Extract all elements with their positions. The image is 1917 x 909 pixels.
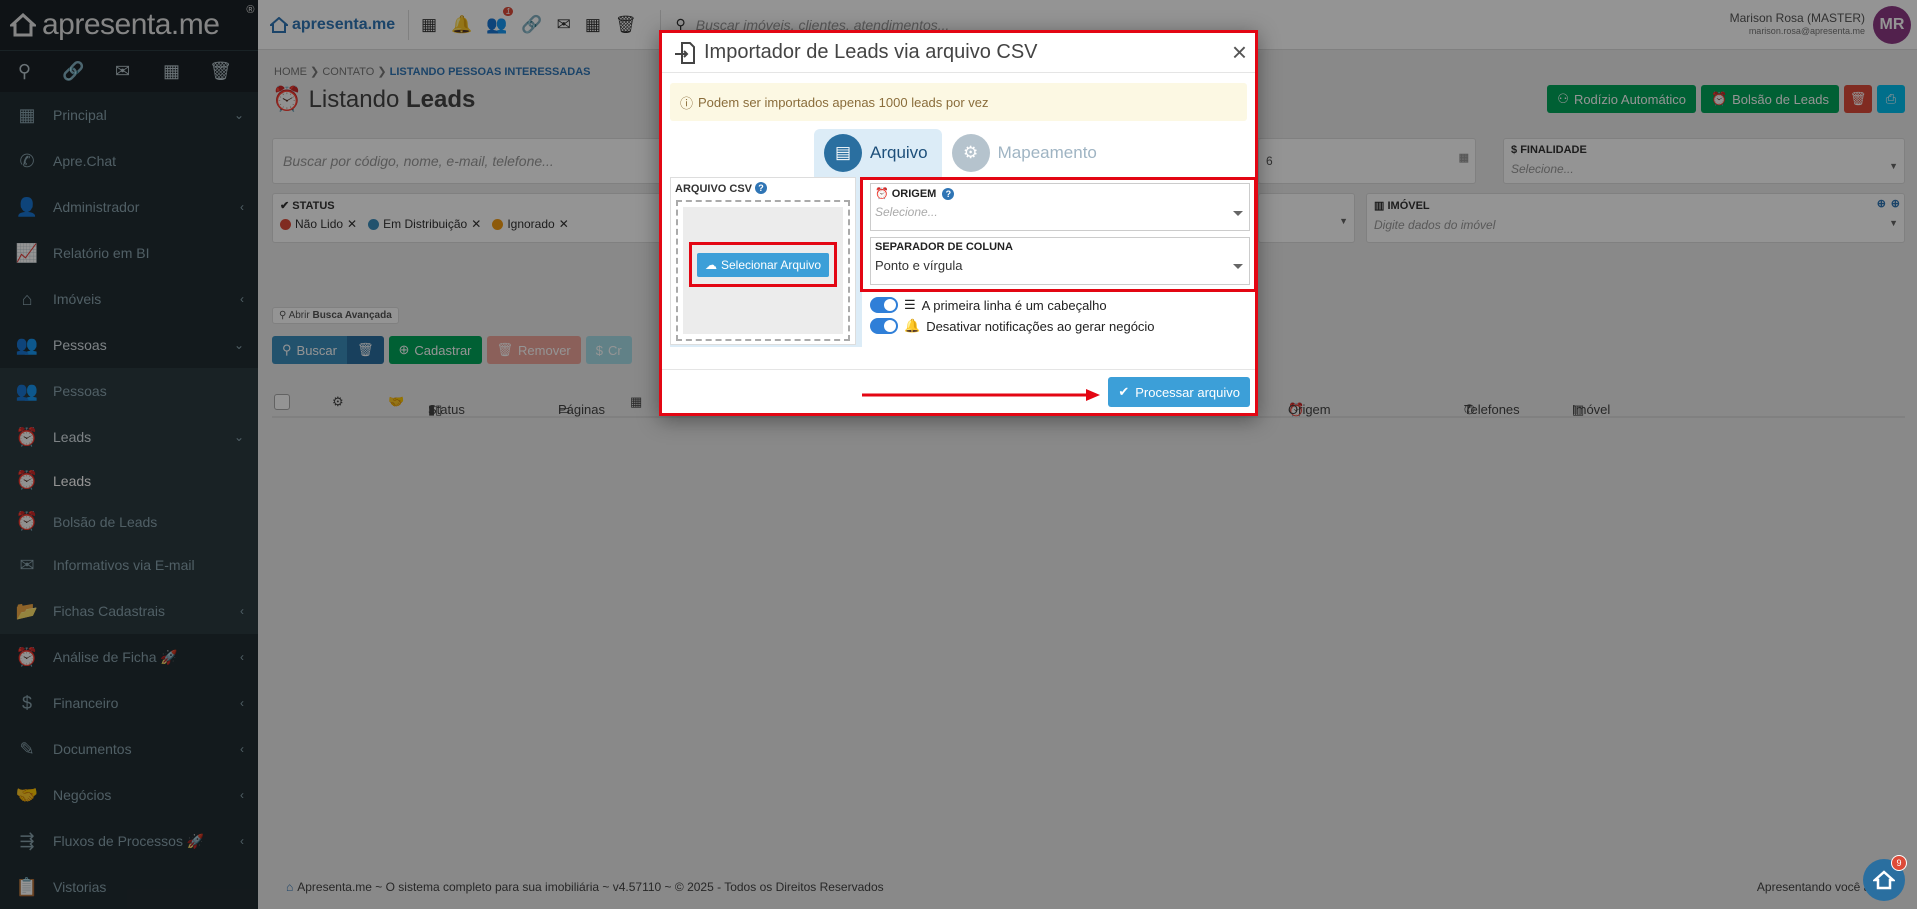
tab-mapeamento-label: Mapeamento xyxy=(997,143,1097,162)
origem-label-row: ⏰ ORIGEM ? xyxy=(875,187,1245,200)
csv-label: ARQUIVO CSV xyxy=(675,183,753,195)
file-icon: ▤ xyxy=(824,134,862,172)
notif-toggle-row: 🔔 Desativar notificações ao gerar negóci… xyxy=(870,318,1155,334)
separador-value-text: Ponto e vírgula xyxy=(875,258,963,273)
select-file-highlight: ☁ Selecionar Arquivo xyxy=(689,242,837,287)
info-icon: ⓘ xyxy=(680,95,694,111)
caret-down-icon xyxy=(1233,264,1243,269)
header-toggle-label: A primeira linha é um cabeçalho xyxy=(921,297,1107,313)
house-logo-icon xyxy=(1873,870,1895,890)
close-icon[interactable]: × xyxy=(1232,39,1247,65)
csv-label-row: ARQUIVO CSV? xyxy=(675,182,851,195)
help-badge: 9 xyxy=(1891,855,1907,871)
origem-placeholder: Selecione... xyxy=(875,205,938,219)
check-circle-icon: ✔ xyxy=(1118,384,1130,399)
header-toggle-row: ☰ A primeira linha é um cabeçalho xyxy=(870,297,1107,313)
header-toggle[interactable] xyxy=(870,297,898,313)
notif-toggle[interactable] xyxy=(870,318,898,334)
tab-mapeamento[interactable]: ⚙ Mapeamento xyxy=(942,129,1111,177)
origem-label: ORIGEM xyxy=(891,187,937,200)
tab-arquivo[interactable]: ▤ Arquivo xyxy=(814,129,942,177)
help-chat-button[interactable]: 9 xyxy=(1863,855,1907,901)
modal-title: Importador de Leads via arquivo CSV xyxy=(704,41,1038,63)
process-file-button[interactable]: ✔ Processar arquivo xyxy=(1108,377,1250,407)
options-panel: ⏰ ORIGEM ? Selecione... SEPARADOR DE COL… xyxy=(860,177,1257,347)
modal-footer: ✔ Processar arquivo xyxy=(662,369,1255,413)
csv-import-modal: Importador de Leads via arquivo CSV × ⓘ … xyxy=(659,30,1258,416)
process-file-label: Processar arquivo xyxy=(1135,384,1240,400)
csv-upload-panel: ARQUIVO CSV? ☁ Selecionar Arquivo xyxy=(670,177,856,345)
help-icon[interactable]: ? xyxy=(755,182,768,194)
separador-select[interactable]: SEPARADOR DE COLUNA Ponto e vírgula xyxy=(870,237,1250,285)
modal-header: Importador de Leads via arquivo CSV xyxy=(662,33,1255,73)
import-tabs: ▤ Arquivo ⚙ Mapeamento xyxy=(814,129,1111,177)
select-file-button[interactable]: ☁ Selecionar Arquivo xyxy=(696,252,830,277)
help-icon[interactable]: ? xyxy=(942,187,955,200)
alert-text: Podem ser importados apenas 1000 leads p… xyxy=(698,94,989,110)
file-import-icon xyxy=(675,41,695,64)
dropzone-area: ☁ Selecionar Arquivo xyxy=(683,207,843,334)
limit-alert: ⓘ Podem ser importados apenas 1000 leads… xyxy=(670,83,1247,121)
separador-value: Ponto e vírgula xyxy=(875,258,1245,273)
notif-toggle-label: Desativar notificações ao gerar negócio xyxy=(926,318,1155,334)
separador-label: SEPARADOR DE COLUNA xyxy=(875,241,1013,253)
list-check-icon: ☰ xyxy=(904,297,916,312)
cloud-upload-icon: ☁ xyxy=(704,257,717,272)
gears-icon: ⚙ xyxy=(951,134,990,172)
bell-icon: 🔔 xyxy=(904,318,921,333)
select-file-label: Selecionar Arquivo xyxy=(720,257,822,272)
file-dropzone[interactable]: ☁ Selecionar Arquivo xyxy=(676,200,850,341)
origem-select[interactable]: ⏰ ORIGEM ? Selecione... xyxy=(870,183,1250,231)
tab-arquivo-label: Arquivo xyxy=(870,143,928,162)
origem-value: Selecione... xyxy=(875,205,1245,219)
caret-down-icon xyxy=(1233,211,1243,216)
modal-body: ARQUIVO CSV? ☁ Selecionar Arquivo ⏰ ORIG… xyxy=(670,177,1257,347)
alarm-icon: ⏰ xyxy=(875,188,889,200)
red-arrow-annotation xyxy=(862,389,1100,401)
